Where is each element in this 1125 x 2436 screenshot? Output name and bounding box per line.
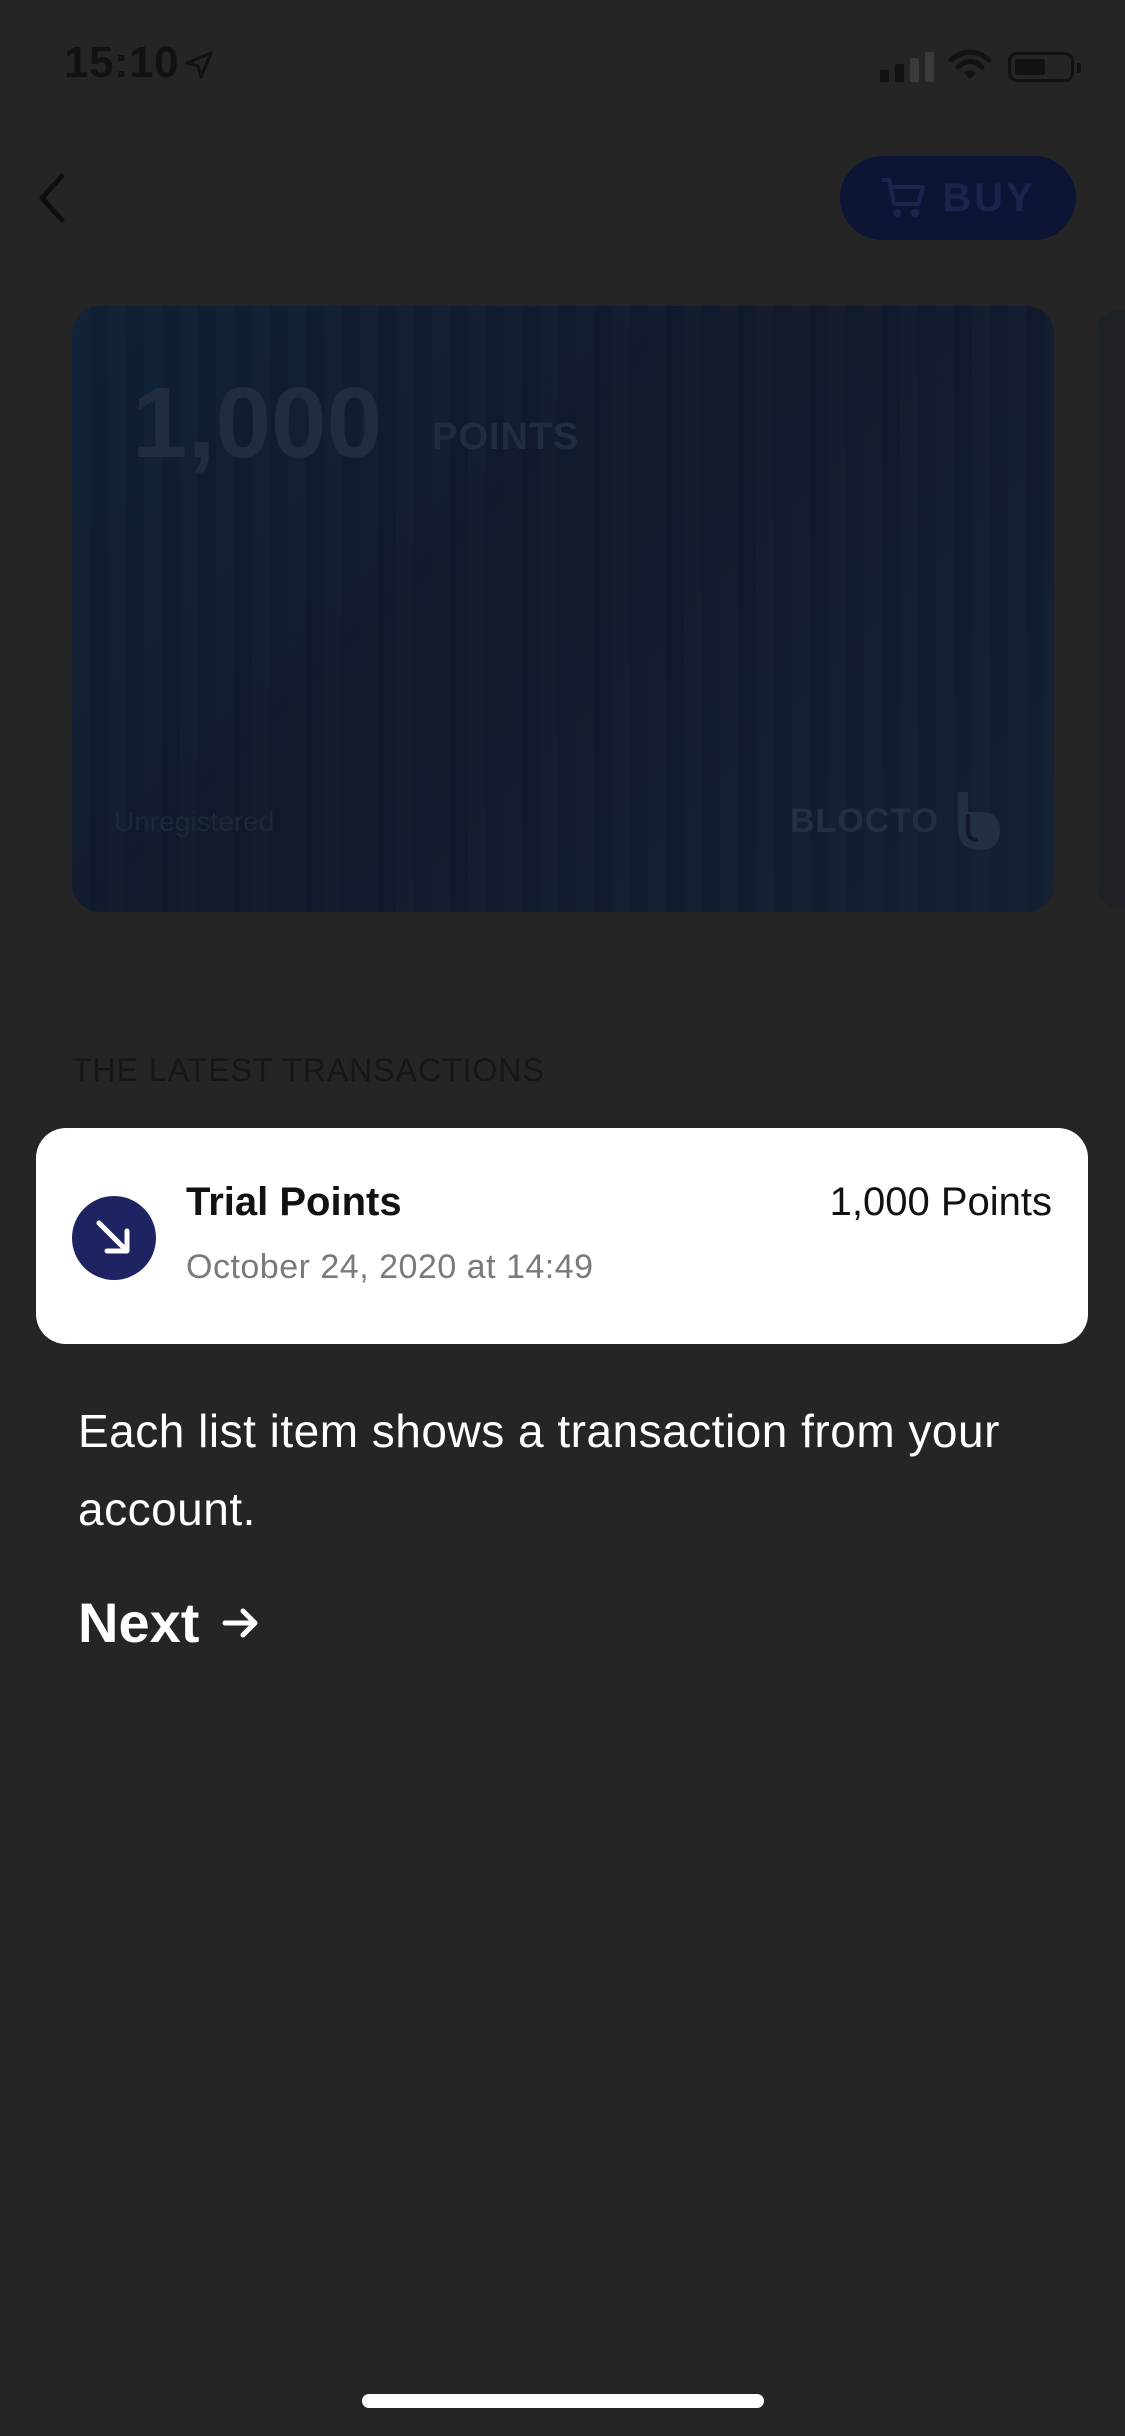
transaction-amount: 1,000 Points	[829, 1180, 1052, 1224]
card-registration-status: Unregistered	[114, 806, 275, 837]
points-card[interactable]: 1,000 POINTS Unregistered BLOCTO	[72, 306, 1054, 912]
card-points-unit: POINTS	[432, 416, 580, 458]
arrow-right-icon	[222, 1608, 258, 1637]
wifi-icon	[948, 48, 992, 87]
battery-icon	[1008, 52, 1081, 82]
signal-icon	[880, 52, 934, 82]
blocto-logo-icon	[954, 790, 1004, 859]
next-button[interactable]: Next	[78, 1590, 261, 1655]
card-brand-name: BLOCTO	[790, 802, 939, 840]
buy-label: BUY	[942, 175, 1036, 220]
back-button[interactable]	[30, 168, 80, 228]
incoming-arrow-icon	[72, 1196, 156, 1280]
next-label: Next	[78, 1591, 200, 1654]
next-card-peek[interactable]	[1098, 310, 1125, 908]
cart-icon	[882, 178, 926, 217]
section-heading: THE LATEST TRANSACTIONS	[72, 1052, 545, 1088]
transaction-list-item[interactable]: Trial Points October 24, 2020 at 14:49 1…	[36, 1128, 1088, 1344]
card-points-amount: 1,000	[132, 367, 383, 479]
home-indicator	[362, 2394, 764, 2408]
location-arrow-icon	[184, 50, 214, 85]
buy-button[interactable]: BUY	[840, 156, 1076, 240]
transaction-date: October 24, 2020 at 14:49	[186, 1248, 594, 1286]
transaction-title: Trial Points	[186, 1180, 402, 1224]
status-time: 15:10	[64, 38, 180, 87]
back-chevron-icon	[39, 173, 65, 223]
tooltip-description: Each list item shows a transaction from …	[78, 1405, 1000, 1535]
